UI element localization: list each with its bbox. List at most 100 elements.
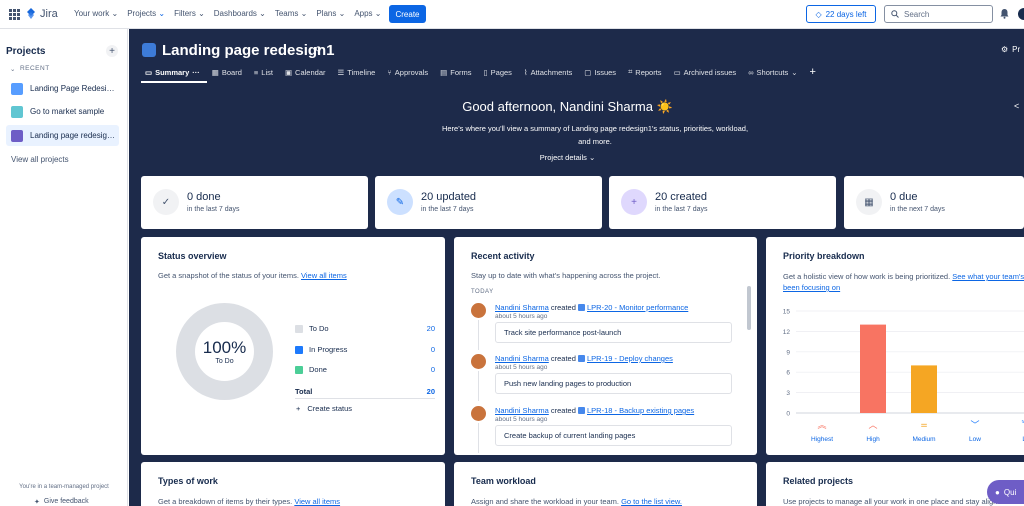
recent-section-header[interactable]: ⌄ RECENT: [10, 65, 50, 73]
project-details-toggle[interactable]: Project details ⌄: [129, 153, 1006, 162]
stat-value: 0 due: [890, 191, 918, 203]
legend-count[interactable]: 0: [431, 365, 435, 374]
status-donut-chart: 100% To Do: [176, 303, 273, 400]
x-tick-label[interactable]: Highest: [811, 436, 833, 443]
sidebar-item-project[interactable]: Go to market sample: [6, 101, 119, 122]
user-avatar[interactable]: [471, 303, 486, 318]
todo-swatch: [295, 324, 303, 333]
megaphone-icon: ✦: [34, 499, 40, 506]
nav-filters[interactable]: Filters ⌄: [174, 9, 205, 18]
notifications-icon[interactable]: [999, 8, 1010, 19]
activity-scrollbar[interactable]: [747, 286, 751, 330]
view-all-projects-link[interactable]: View all projects: [11, 155, 69, 164]
activity-summary[interactable]: Create backup of current landing pages: [495, 425, 732, 446]
add-project-button[interactable]: +: [106, 45, 118, 57]
nav-plans[interactable]: Plans ⌄: [316, 9, 345, 18]
bar-medium[interactable]: [911, 365, 937, 413]
issue-link[interactable]: LPR-18 - Backup existing pages: [587, 406, 694, 415]
user-link[interactable]: Nandini Sharma: [495, 406, 549, 415]
add-tab-button[interactable]: +: [810, 66, 816, 78]
nav-dashboards[interactable]: Dashboards ⌄: [214, 9, 266, 18]
x-tick-label[interactable]: High: [866, 436, 880, 443]
timeline-icon: ☰: [337, 67, 345, 77]
attachment-icon: ⌇: [523, 67, 528, 77]
search-box[interactable]: [884, 5, 993, 23]
stat-card-created[interactable]: + 20 created in the last 7 days: [609, 176, 836, 229]
project-tabs: ▭ Summary ··· ▦ Board ≡ List ▣ Calendar ☰ Time…: [145, 66, 816, 78]
give-feedback-link[interactable]: ✦ Give feedback: [34, 498, 89, 506]
stat-card-done[interactable]: ✓ 0 done in the last 7 days: [141, 176, 368, 229]
tab-archived-issues[interactable]: ▭ Archived issues: [674, 66, 737, 78]
lightbulb-icon: ●: [995, 487, 1000, 497]
project-icon: [142, 43, 156, 57]
issue-link[interactable]: LPR-19 - Deploy changes: [587, 354, 673, 363]
activity-summary[interactable]: Push new landing pages to production: [495, 373, 732, 394]
x-tick-label[interactable]: Low: [969, 436, 981, 443]
more-icon[interactable]: ···: [192, 68, 200, 77]
calendar-icon: ▦: [856, 189, 882, 215]
legend-in-progress[interactable]: In Progress 0: [295, 345, 435, 354]
jira-logo[interactable]: Jira: [26, 8, 58, 20]
share-icon[interactable]: <: [1014, 101, 1019, 111]
view-all-items-link[interactable]: View all items: [294, 497, 340, 506]
activity-summary[interactable]: Track site performance post-launch: [495, 322, 732, 343]
total-count[interactable]: 20: [427, 387, 435, 396]
stat-card-due[interactable]: ▦ 0 due in the next 7 days: [844, 176, 1024, 229]
stat-sub: in the last 7 days: [187, 206, 240, 213]
nav-your-work[interactable]: Your work ⌄: [74, 9, 118, 18]
divider: [295, 398, 435, 399]
tab-timeline[interactable]: ☰ Timeline: [337, 66, 375, 78]
bar-high[interactable]: [860, 324, 886, 413]
link-icon: ∞: [748, 67, 754, 77]
nav-projects[interactable]: Projects ⌄: [127, 9, 165, 18]
tab-issues[interactable]: ▢ Issues: [584, 66, 616, 78]
priority-low-icon: ﹀: [970, 420, 979, 431]
search-input[interactable]: [904, 9, 984, 19]
tab-reports[interactable]: ⌗ Reports: [628, 66, 662, 78]
sidebar-item-project-selected[interactable]: Landing page redesign1: [6, 125, 119, 146]
user-link[interactable]: Nandini Sharma: [495, 303, 549, 312]
user-avatar[interactable]: [471, 354, 486, 369]
profile-avatar[interactable]: [1018, 8, 1024, 20]
nav-apps[interactable]: Apps ⌄: [354, 9, 381, 18]
create-button[interactable]: Create: [389, 5, 426, 23]
legend-count[interactable]: 20: [427, 324, 435, 333]
legend-count[interactable]: 0: [431, 345, 435, 354]
tab-approvals[interactable]: ⑂ Approvals: [387, 66, 428, 78]
tab-forms[interactable]: ▤ Forms: [440, 66, 471, 78]
legend-done[interactable]: Done 0: [295, 365, 435, 374]
view-all-items-link[interactable]: View all items: [301, 271, 347, 280]
main-nav: Your work ⌄ Projects ⌄ Filters ⌄ Dashboa…: [74, 9, 381, 18]
tab-shortcuts[interactable]: ∞ Shortcuts ⌄: [748, 66, 797, 78]
tab-board[interactable]: ▦ Board: [212, 66, 242, 78]
stat-value: 20 created: [655, 191, 707, 203]
nav-teams[interactable]: Teams ⌄: [275, 9, 308, 18]
legend-todo[interactable]: To Do 20: [295, 324, 435, 333]
app-switcher-icon[interactable]: [9, 9, 20, 20]
y-tick-label: 3: [786, 390, 790, 397]
card-title: Priority breakdown: [783, 251, 865, 261]
tab-calendar[interactable]: ▣ Calendar: [285, 66, 326, 78]
stat-card-updated[interactable]: ✎ 20 updated in the last 7 days: [375, 176, 602, 229]
x-tick-label[interactable]: Medium: [912, 436, 935, 443]
user-avatar[interactable]: [471, 406, 486, 421]
issues-icon: ▢: [584, 67, 592, 77]
quickstart-button[interactable]: ● Qui: [987, 480, 1024, 504]
card-description: Use projects to manage all your work in …: [783, 497, 1014, 506]
create-status-button[interactable]: + Create status: [296, 404, 352, 413]
sidebar-item-label: Landing page redesign1: [30, 131, 115, 140]
user-link[interactable]: Nandini Sharma: [495, 354, 549, 363]
issue-link[interactable]: LPR-20 - Monitor performance: [587, 303, 688, 312]
project-settings-button[interactable]: ⚙ Pr: [1001, 45, 1020, 54]
tab-summary[interactable]: ▭ Summary ···: [145, 66, 200, 78]
card-title: Recent activity: [471, 251, 535, 261]
tab-pages[interactable]: ▯ Pages: [484, 66, 512, 78]
sidebar-item-project[interactable]: Landing Page Redesign: [6, 78, 119, 99]
pin-icon[interactable]: ⚲: [315, 45, 322, 56]
trial-button[interactable]: ◇ 22 days left: [806, 5, 876, 23]
card-title: Team workload: [471, 476, 536, 486]
tab-attachments[interactable]: ⌇ Attachments: [524, 66, 572, 78]
priority-medium-icon: =: [920, 421, 928, 431]
list-view-link[interactable]: Go to the list view.: [621, 497, 682, 506]
tab-list[interactable]: ≡ List: [254, 66, 273, 78]
